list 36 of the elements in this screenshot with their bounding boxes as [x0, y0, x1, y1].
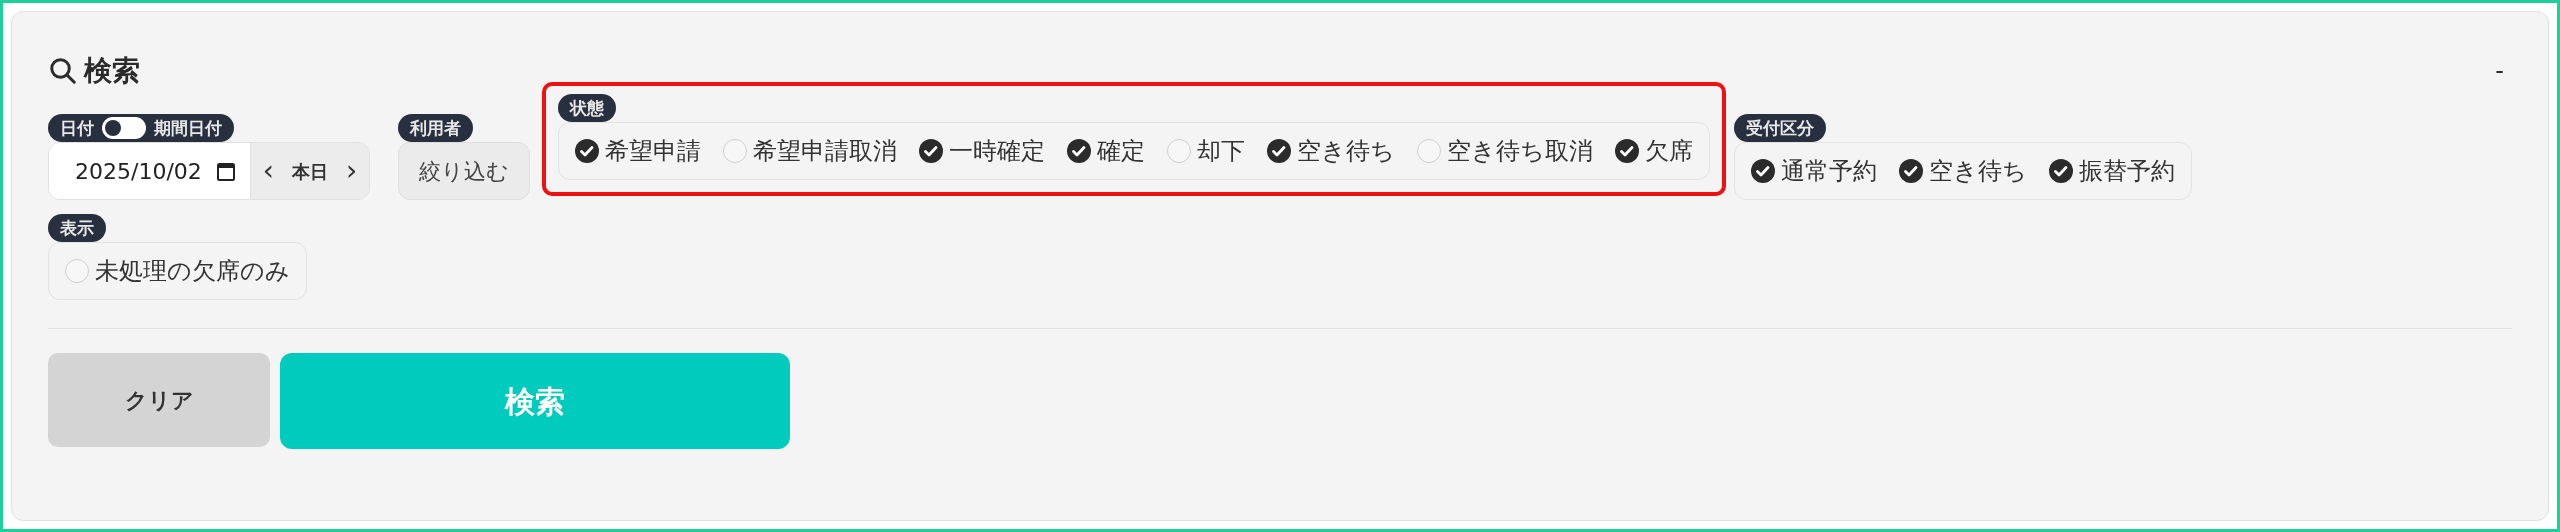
unchecked-checkbox[interactable] — [723, 139, 748, 163]
option-label[interactable]: 未処理の欠席のみ — [95, 253, 290, 289]
search-icon — [48, 56, 78, 86]
checked-checkbox-icon[interactable] — [1751, 159, 1776, 183]
option-label[interactable]: 却下 — [1197, 133, 1246, 169]
option-label[interactable]: 空き待ち取消 — [1447, 133, 1594, 169]
checked-checkbox-icon[interactable] — [2049, 159, 2074, 183]
checked-checkbox-icon[interactable] — [1615, 139, 1640, 163]
panel-title: 検索 — [84, 53, 140, 89]
group-label: 受付区分 — [1734, 114, 1827, 142]
option-label[interactable]: 欠席 — [1645, 133, 1694, 169]
option-label[interactable]: 空き待ち — [1929, 153, 2028, 189]
checked-checkbox-icon[interactable] — [575, 139, 600, 163]
date-label: 日付 — [60, 117, 94, 140]
option-label[interactable]: 希望申請 — [605, 133, 702, 169]
unchecked-checkbox[interactable] — [65, 259, 89, 283]
group-label: 表示 — [48, 214, 106, 242]
option-label[interactable]: 一時確定 — [949, 133, 1046, 169]
checked-checkbox-icon[interactable] — [919, 139, 944, 163]
option-label[interactable]: 希望申請取消 — [753, 133, 898, 169]
checked-checkbox-icon[interactable] — [1067, 139, 1092, 163]
option-label[interactable]: 振替予約 — [2079, 153, 2176, 189]
collapse-button[interactable]: - — [2495, 53, 2504, 89]
option-label[interactable]: 空き待ち — [1297, 133, 1396, 169]
period-label: 期間日付 — [154, 117, 222, 140]
clear-button[interactable]: クリア — [48, 353, 270, 447]
checked-checkbox-icon[interactable] — [1267, 139, 1292, 163]
option-label[interactable]: 通常予約 — [1781, 153, 1878, 189]
unchecked-checkbox[interactable] — [1167, 139, 1192, 163]
option-label[interactable]: 確定 — [1097, 133, 1146, 169]
group-label: 状態 — [558, 94, 617, 122]
filter-button[interactable]: 絞り込む — [398, 142, 531, 200]
group-label: 利用者 — [398, 114, 474, 142]
checked-checkbox-icon[interactable] — [1899, 159, 1924, 183]
period-toggle[interactable] — [102, 117, 146, 139]
unchecked-checkbox[interactable] — [1417, 139, 1442, 163]
